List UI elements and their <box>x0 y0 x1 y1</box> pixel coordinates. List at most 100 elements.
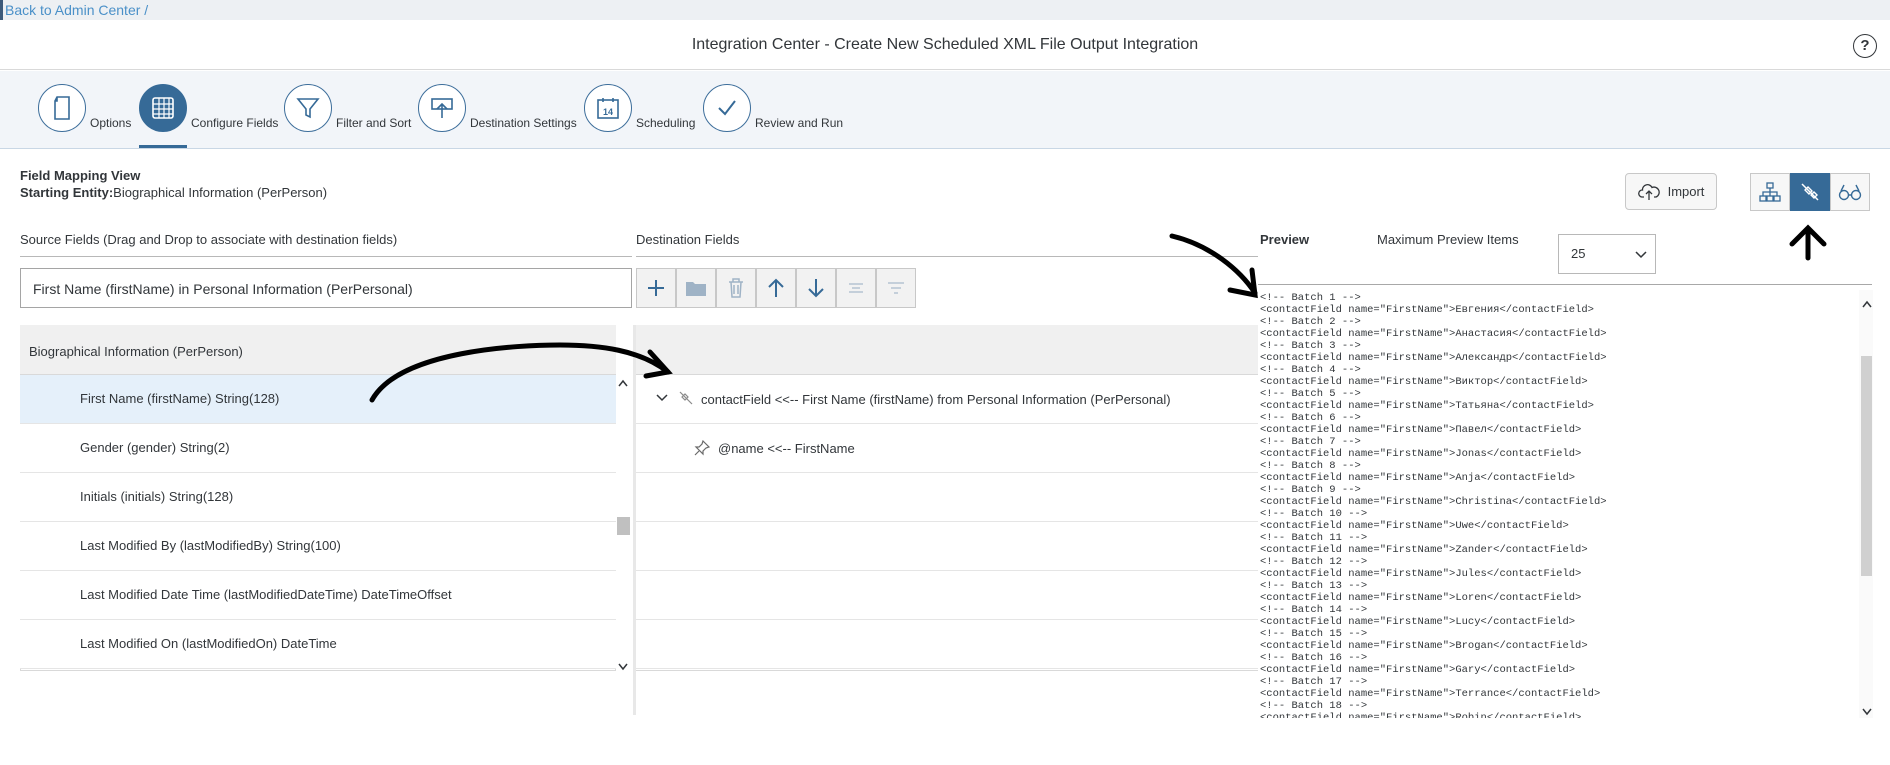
destination-group-header <box>636 325 1258 375</box>
source-header-underline <box>20 256 632 257</box>
step-scheduling-button[interactable]: 14 <box>584 84 632 132</box>
collapse-all-button[interactable] <box>876 268 916 308</box>
tree-view-button[interactable] <box>1750 173 1790 211</box>
mapping-view-button[interactable] <box>1790 173 1830 211</box>
preview-line: <contactField name="FirstName">Lucy</con… <box>1260 616 1576 628</box>
scroll-down-icon[interactable] <box>618 658 628 676</box>
step-review-and-run-button[interactable] <box>703 84 751 132</box>
destination-row-contact-field[interactable]: contactField <<-- First Name (firstName)… <box>636 375 1258 424</box>
source-row-last-modified-by[interactable]: Last Modified By (lastModifiedBy) String… <box>20 522 616 571</box>
preview-scroll-thumb[interactable] <box>1861 356 1872 576</box>
source-row-gender[interactable]: Gender (gender) String(2) <box>20 424 616 473</box>
preview-scroll-up-icon[interactable] <box>1862 295 1872 313</box>
step-destination-settings-button[interactable] <box>418 84 466 132</box>
preview-line: <!-- Batch 6 --> <box>1260 412 1361 424</box>
cloud-upload-icon <box>1637 183 1660 200</box>
xml-preview-output: <!-- Batch 1 --> <contactField name="Firs… <box>1258 290 1858 718</box>
move-up-button[interactable] <box>756 268 796 308</box>
preview-line: <contactField name="FirstName">Anja</con… <box>1260 472 1576 484</box>
collapse-icon <box>888 282 904 294</box>
add-button[interactable] <box>636 268 676 308</box>
starting-entity-value: Biographical Information (PerPerson) <box>113 185 328 200</box>
calendar-icon: 14 <box>597 98 619 119</box>
preview-line: <!-- Batch 7 --> <box>1260 436 1361 448</box>
preview-line: <!-- Batch 8 --> <box>1260 460 1361 472</box>
source-fields-header: Source Fields (Drag and Drop to associat… <box>20 232 398 247</box>
preview-line: <contactField name="FirstName">Виктор</c… <box>1260 376 1588 388</box>
preview-line: <!-- Batch 17 --> <box>1260 676 1368 688</box>
arrow-up-icon <box>768 278 784 297</box>
step-options-label: Options <box>90 116 132 130</box>
folder-icon <box>686 282 706 296</box>
scroll-up-icon[interactable] <box>618 378 628 390</box>
source-field-input[interactable]: First Name (firstName) in Personal Infor… <box>20 268 632 308</box>
plus-icon <box>648 280 664 296</box>
hierarchy-icon <box>1759 182 1781 202</box>
step-configure-fields-button[interactable] <box>139 84 187 132</box>
move-down-button[interactable] <box>796 268 836 308</box>
preview-line: <!-- Batch 2 --> <box>1260 316 1361 328</box>
step-filter-and-sort-button[interactable] <box>284 84 332 132</box>
preview-line: <contactField name="FirstName">Gary</con… <box>1260 664 1576 676</box>
preview-line: <!-- Batch 12 --> <box>1260 556 1368 568</box>
max-preview-items-value: 25 <box>1571 246 1586 261</box>
chevron-down-icon[interactable] <box>656 394 668 402</box>
source-row-last-modified-on[interactable]: Last Modified On (lastModifiedOn) DateTi… <box>20 620 616 669</box>
preview-line: <!-- Batch 16 --> <box>1260 652 1368 664</box>
destination-empty-row <box>636 620 1258 669</box>
preview-line: <!-- Batch 1 --> <box>1260 292 1361 304</box>
step-options-button[interactable] <box>38 84 86 132</box>
source-scroll-thumb[interactable] <box>617 517 630 535</box>
preview-line: <contactField name="FirstName">Christina… <box>1260 496 1607 508</box>
destination-fields-header: Destination Fields <box>636 232 740 247</box>
preview-arrow-annotation <box>1169 233 1258 296</box>
max-preview-items-select[interactable]: 25 <box>1558 234 1656 274</box>
max-preview-items-label: Maximum Preview Items <box>1377 232 1519 247</box>
step-filter-and-sort-label: Filter and Sort <box>336 116 412 130</box>
preview-line: <contactField name="FirstName">Jules</co… <box>1260 568 1582 580</box>
step-review-and-run-label: Review and Run <box>755 116 844 130</box>
source-row-first-name[interactable]: First Name (firstName) String(128) <box>20 375 616 424</box>
destination-header-underline <box>636 256 1258 257</box>
help-icon[interactable]: ? <box>1853 34 1877 58</box>
destination-empty-row <box>636 473 1258 522</box>
destination-row-label: @name <<-- FirstName <box>718 441 855 456</box>
preview-view-button[interactable] <box>1830 173 1870 211</box>
preview-line: <!-- Batch 11 --> <box>1260 532 1368 544</box>
source-row-initials[interactable]: Initials (initials) String(128) <box>20 473 616 522</box>
destination-empty-row <box>636 522 1258 571</box>
preview-scroll-down-icon[interactable] <box>1862 703 1872 721</box>
page-title: Integration Center - Create New Schedule… <box>691 36 1199 53</box>
destination-empty-row <box>636 571 1258 620</box>
destination-row-name-attribute[interactable]: @name <<-- FirstName <box>636 424 1258 473</box>
expand-all-button[interactable] <box>836 268 876 308</box>
starting-entity-label: Starting Entity: <box>20 185 114 200</box>
step-scheduling-label: Scheduling <box>636 116 696 130</box>
svg-text:14: 14 <box>603 107 613 117</box>
delete-button[interactable] <box>716 268 756 308</box>
preview-line: <contactField name="FirstName">Robin</co… <box>1260 712 1582 718</box>
step-destination-settings-label: Destination Settings <box>470 116 577 130</box>
step-configure-fields-label: Configure Fields <box>191 116 279 130</box>
mapping-icon <box>1801 183 1819 201</box>
source-group-header[interactable]: Biographical Information (PerPerson) <box>20 325 616 375</box>
preview-line: <contactField name="FirstName">Zander</c… <box>1260 544 1588 556</box>
destination-row-label: contactField <<-- First Name (firstName)… <box>701 392 1171 407</box>
preview-line: <!-- Batch 9 --> <box>1260 484 1361 496</box>
add-folder-button[interactable] <box>676 268 716 308</box>
field-mapping-view-title: Field Mapping View <box>20 168 141 183</box>
mapping-link-icon <box>679 391 693 405</box>
document-icon <box>54 96 70 120</box>
preview-line: <!-- Batch 10 --> <box>1260 508 1368 520</box>
preview-line: <contactField name="FirstName">Евгения</… <box>1260 304 1594 316</box>
preview-divider <box>1258 284 1872 285</box>
active-step-indicator <box>139 145 187 148</box>
preview-line: <!-- Batch 5 --> <box>1260 388 1361 400</box>
back-to-admin-center-link[interactable]: Back to Admin Center / <box>5 2 148 18</box>
preview-line: <contactField name="FirstName">Павел</co… <box>1260 424 1582 436</box>
starting-entity: Starting Entity:Biographical Information… <box>20 185 327 200</box>
filter-icon <box>296 98 320 119</box>
preview-line: <contactField name="FirstName">Александр… <box>1260 352 1607 364</box>
source-row-last-modified-date-time[interactable]: Last Modified Date Time (lastModifiedDat… <box>20 571 616 620</box>
import-button[interactable]: Import <box>1625 173 1717 210</box>
